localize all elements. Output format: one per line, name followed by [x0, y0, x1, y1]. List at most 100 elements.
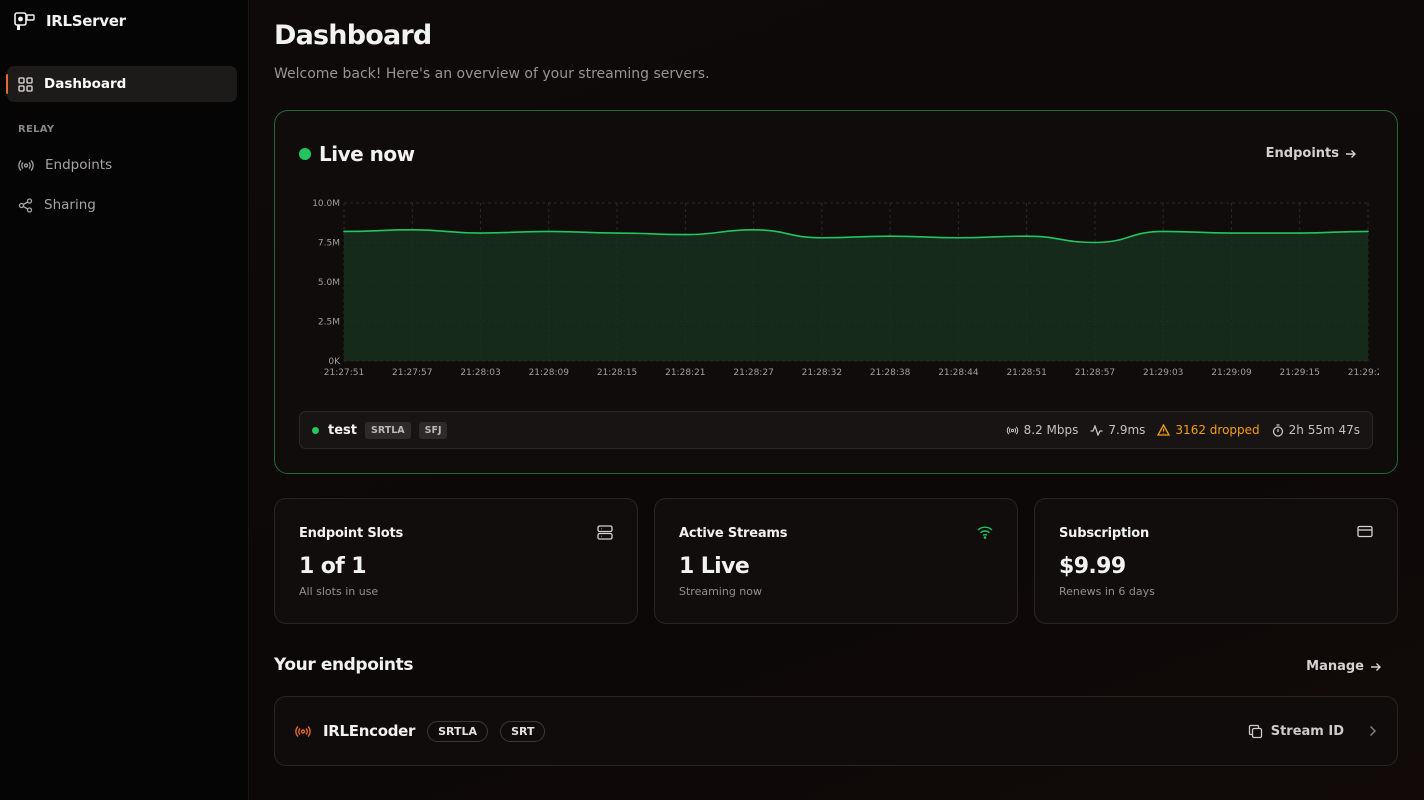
stat-sub: Renews in 6 days — [1059, 585, 1155, 598]
x-tick-label: 21:29:15 — [1280, 368, 1320, 378]
data-point — [957, 236, 960, 239]
x-tick-label: 21:29:21 — [1348, 368, 1379, 378]
data-point — [411, 229, 414, 231]
protocol-pill: SRTLA — [427, 720, 489, 742]
stat-sub: All slots in use — [299, 585, 379, 598]
data-point — [1094, 241, 1096, 244]
page-title: Dashboard — [274, 20, 432, 51]
live-title: Live now — [319, 142, 415, 166]
live-indicator-icon — [299, 148, 311, 160]
x-tick-label: 21:28:03 — [460, 368, 500, 378]
x-tick-label: 21:28:38 — [870, 368, 911, 378]
brand-name: IRLServer — [46, 12, 126, 30]
copy-icon — [1248, 724, 1262, 738]
data-point — [616, 232, 618, 234]
y-tick-label: 7.5M — [318, 239, 340, 249]
sidebar-item-endpoints[interactable]: Endpoints — [7, 147, 237, 183]
x-tick-label: 21:29:09 — [1211, 368, 1252, 378]
x-tick-label: 21:28:21 — [665, 368, 705, 378]
latency-metric: 7.9ms — [1090, 423, 1145, 437]
endpoints-link-label: Endpoints — [1265, 146, 1339, 161]
data-point — [1298, 232, 1301, 234]
nav-section-label: RELAY — [18, 124, 55, 135]
broadcast-icon — [18, 159, 34, 171]
data-point — [1230, 232, 1233, 234]
live-now-card: Live now Endpoints 10.0M 7.5M 5.0M 2.5M 0K 21… — [274, 110, 1398, 474]
timer-icon — [1272, 423, 1283, 437]
broadcast-icon — [1006, 425, 1018, 435]
stream-tag: SFJ — [418, 421, 448, 439]
copy-stream-id-label: Stream ID — [1270, 723, 1344, 739]
sidebar-item-sharing[interactable]: Sharing — [7, 187, 237, 223]
latency-value: 7.9ms — [1108, 423, 1146, 437]
dropped-value: 3162 dropped — [1175, 423, 1260, 437]
endpoint-actions: Stream ID — [1248, 724, 1377, 739]
endpoints-section-title: Your endpoints — [274, 655, 414, 675]
data-point — [1367, 230, 1369, 233]
y-tick-label: 10.0M — [312, 199, 340, 209]
x-tick-label: 21:28:27 — [733, 368, 773, 378]
x-tick-label: 21:28:57 — [1075, 368, 1115, 378]
sidebar-item-label: Dashboard — [44, 76, 127, 92]
share-icon — [18, 197, 33, 213]
sidebar-item-label: Sharing — [44, 197, 96, 213]
stat-card-active-streams: Active Streams 1 Live Streaming now — [654, 498, 1018, 624]
warning-icon — [1157, 424, 1171, 436]
uptime-metric: 2h 55m 47s — [1272, 423, 1360, 437]
x-tick-label: 21:28:32 — [802, 368, 842, 378]
broadcast-icon — [295, 725, 311, 737]
stat-sub: Streaming now — [679, 585, 763, 598]
x-tick-label: 21:28:44 — [938, 368, 979, 378]
live-header: Live now — [299, 142, 415, 166]
x-tick-label: 21:27:51 — [324, 368, 364, 378]
manage-link[interactable]: Manage — [1306, 659, 1382, 674]
data-point — [548, 230, 550, 233]
x-tick-label: 21:29:03 — [1143, 368, 1183, 378]
stat-value: 1 of 1 — [299, 554, 367, 579]
copy-stream-id-button[interactable]: Stream ID — [1248, 724, 1344, 739]
x-tick-label: 21:28:51 — [1006, 368, 1046, 378]
bitrate-value: 8.2 Mbps — [1023, 423, 1079, 437]
sidebar-item-dashboard[interactable]: Dashboard — [6, 66, 237, 102]
stat-label: Subscription — [1059, 526, 1149, 541]
activity-icon — [1090, 424, 1103, 436]
stat-label: Endpoint Slots — [299, 526, 404, 541]
server-icon — [597, 525, 613, 540]
stat-card-endpoint-slots: Endpoint Slots 1 of 1 All slots in use — [274, 498, 638, 624]
grid-icon — [18, 76, 33, 92]
bitrate-chart: 10.0M 7.5M 5.0M 2.5M 0K21:27:51 21:27:57 21:28… — [312, 199, 1379, 378]
brand[interactable]: IRLServer — [14, 11, 126, 31]
y-tick-label: 0K — [328, 357, 341, 367]
stream-status-icon — [312, 426, 319, 434]
stat-value: 1 Live — [679, 554, 750, 579]
stat-value: $9.99 — [1059, 554, 1126, 579]
stream-tag: SRTLA — [364, 421, 411, 439]
stat-label: Active Streams — [679, 526, 788, 541]
camera-logo-icon — [14, 12, 35, 30]
stream-name: test — [328, 422, 357, 438]
sidebar-item-label: Endpoints — [45, 157, 113, 173]
x-tick-label: 21:27:57 — [392, 368, 432, 378]
y-tick-label: 5.0M — [318, 278, 340, 288]
data-point — [479, 232, 482, 234]
series-area — [344, 229, 1368, 361]
live-stream-row[interactable]: test SRTLA SFJ 8.2 Mbps 7.9ms 3162 dropp… — [299, 411, 1373, 449]
stat-card-subscription: Subscription $9.99 Renews in 6 days — [1034, 498, 1398, 624]
arrow-right-icon — [1371, 662, 1381, 671]
data-point — [752, 229, 755, 231]
endpoint-row[interactable]: IRLEncoder SRTLA SRT Stream ID — [274, 696, 1398, 766]
data-point — [889, 235, 891, 237]
data-point — [684, 233, 687, 236]
wifi-icon — [977, 526, 993, 539]
manage-link-label: Manage — [1306, 659, 1364, 674]
chevron-right-icon[interactable] — [1368, 725, 1377, 737]
sidebar: IRLServer Dashboard RELAY Endpoints Shar… — [0, 0, 249, 800]
bitrate-metric: 8.2 Mbps — [1006, 423, 1079, 437]
main-content: Dashboard Welcome back! Here's an overvi… — [250, 0, 1424, 800]
data-point — [821, 236, 823, 239]
endpoints-link[interactable]: Endpoints — [1266, 146, 1357, 161]
endpoint-name: IRLEncoder — [323, 722, 416, 740]
data-point — [1162, 230, 1164, 233]
dropped-metric: 3162 dropped — [1157, 423, 1260, 437]
page-subtitle: Welcome back! Here's an overview of your… — [274, 66, 710, 82]
